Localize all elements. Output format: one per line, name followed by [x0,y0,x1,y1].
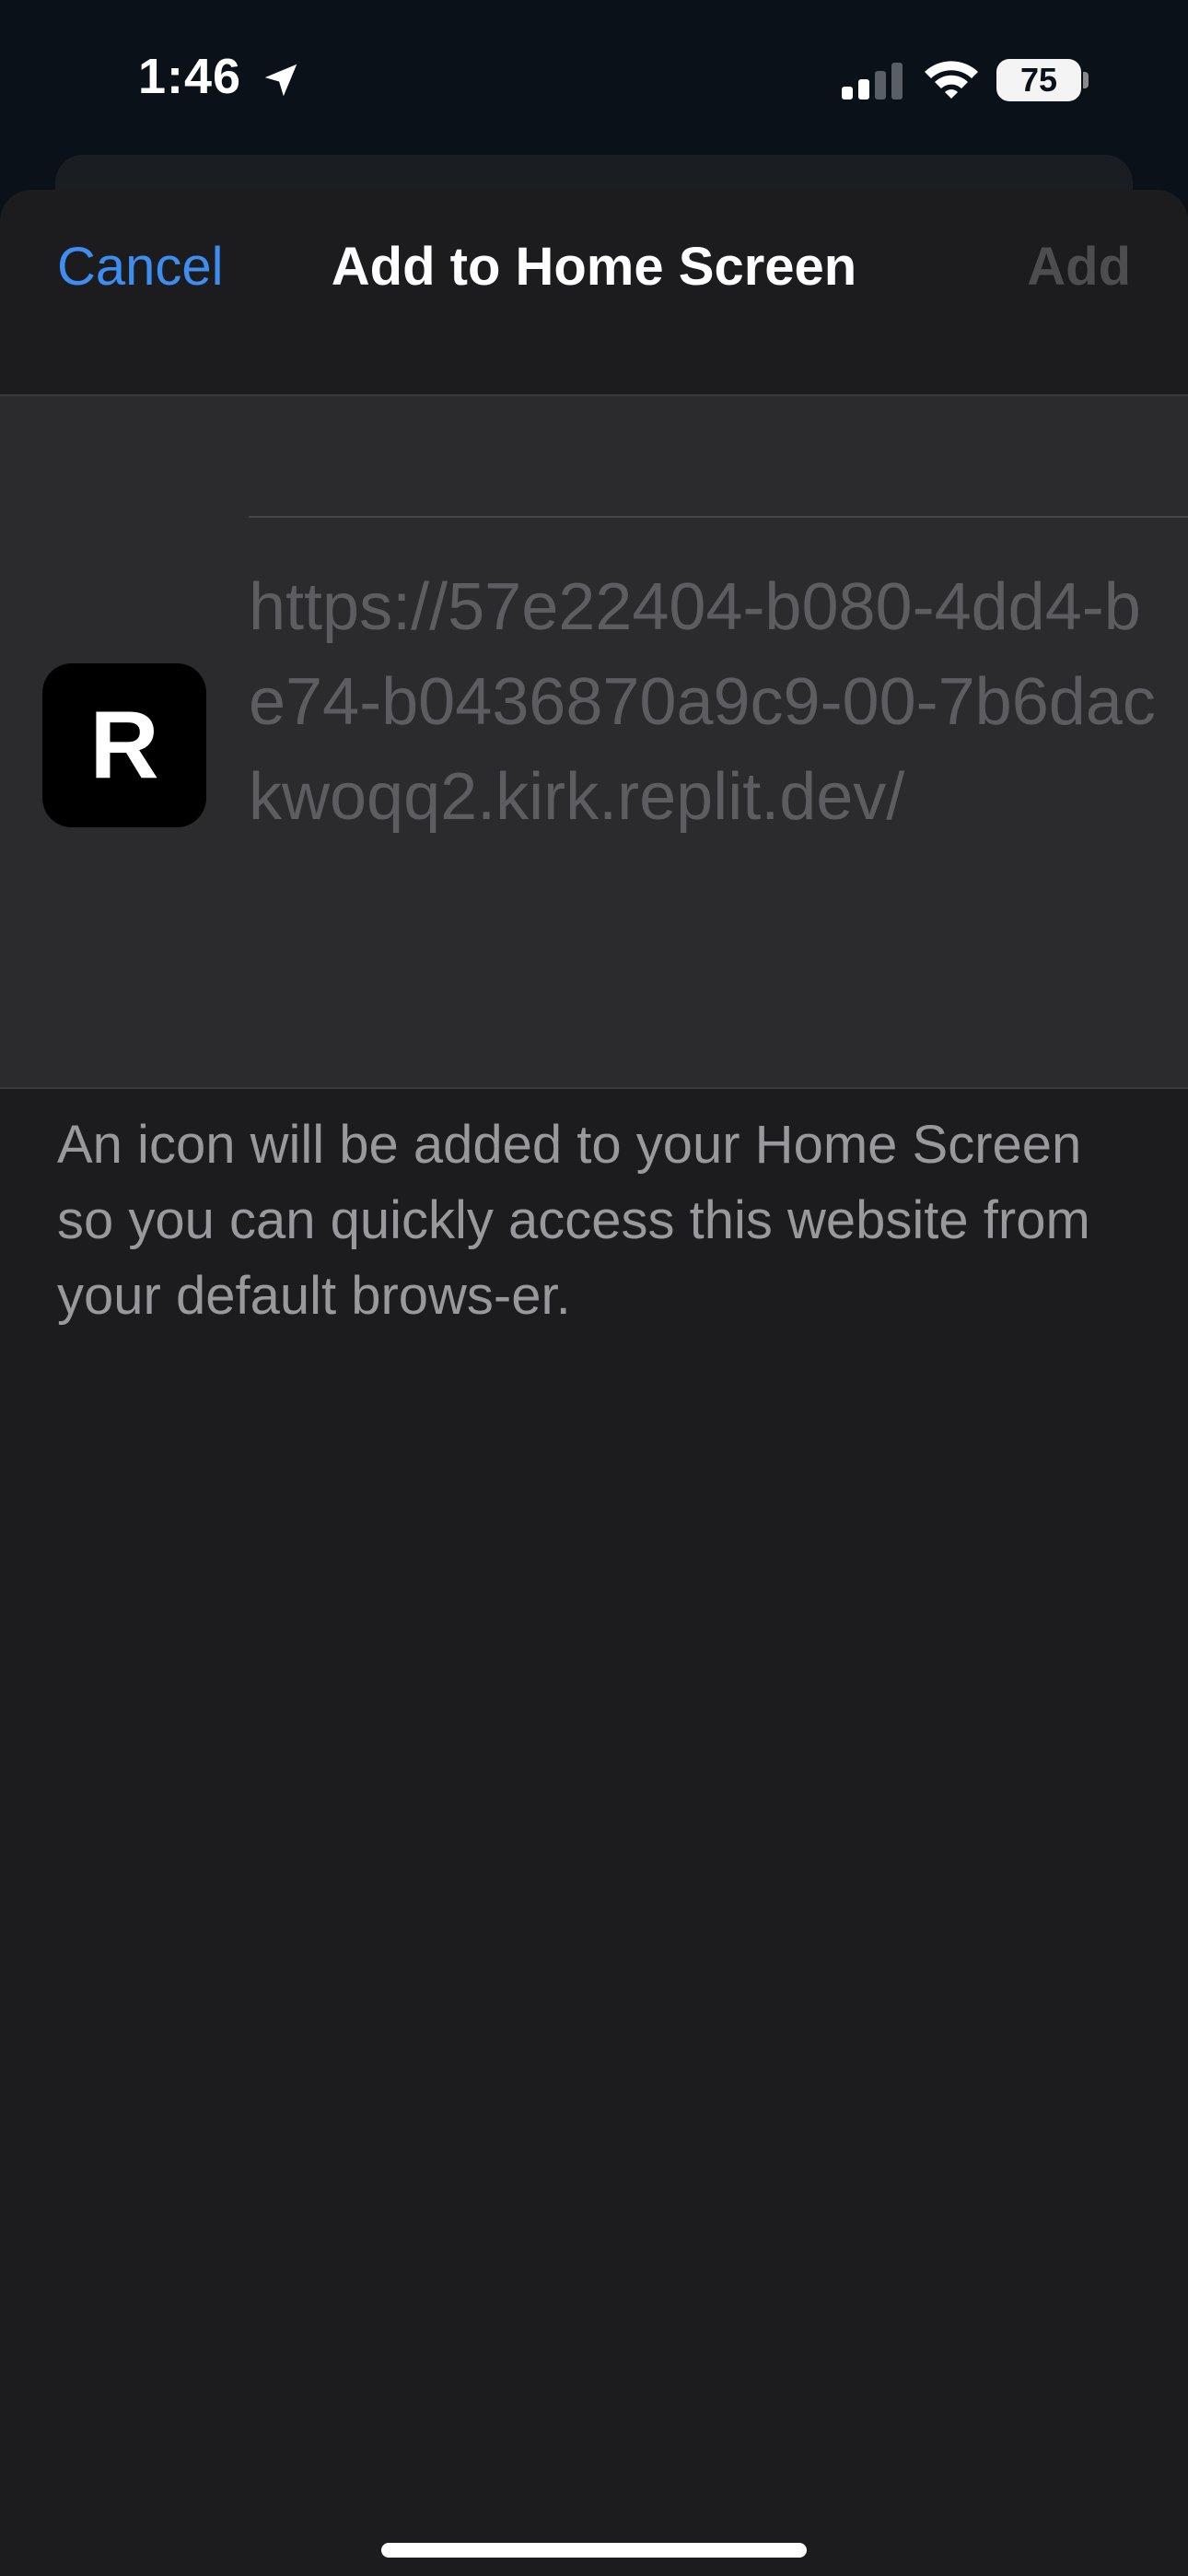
battery-cap [1083,72,1089,88]
app-icon-preview: R [42,663,206,827]
location-arrow-icon [264,64,297,97]
field-divider [249,516,1188,518]
add-to-home-screen-sheet: Cancel Add to Home Screen Add R https://… [0,190,1188,2576]
footnote-text: An icon will be added to your Home Scree… [57,1115,1090,1326]
home-indicator[interactable] [381,2543,807,2558]
wifi-icon [925,61,978,99]
cellular-signal-icon [842,63,903,100]
add-button[interactable]: Add [1027,236,1131,298]
url-text: https://57e22404-b080-4dd4-be74-b0436870… [249,570,1156,834]
sheet-title: Add to Home Screen [331,237,857,297]
battery-icon: 75 [996,59,1081,101]
shortcut-name-input[interactable] [249,396,1188,516]
shortcut-form: R https://57e22404-b080-4dd4-be74-b04368… [0,396,1188,1087]
divider [0,1087,1188,1089]
screen: 1:46 75 Cancel Add to Home Screen Add R … [0,0,1188,2576]
status-time: 1:46 [138,49,242,104]
